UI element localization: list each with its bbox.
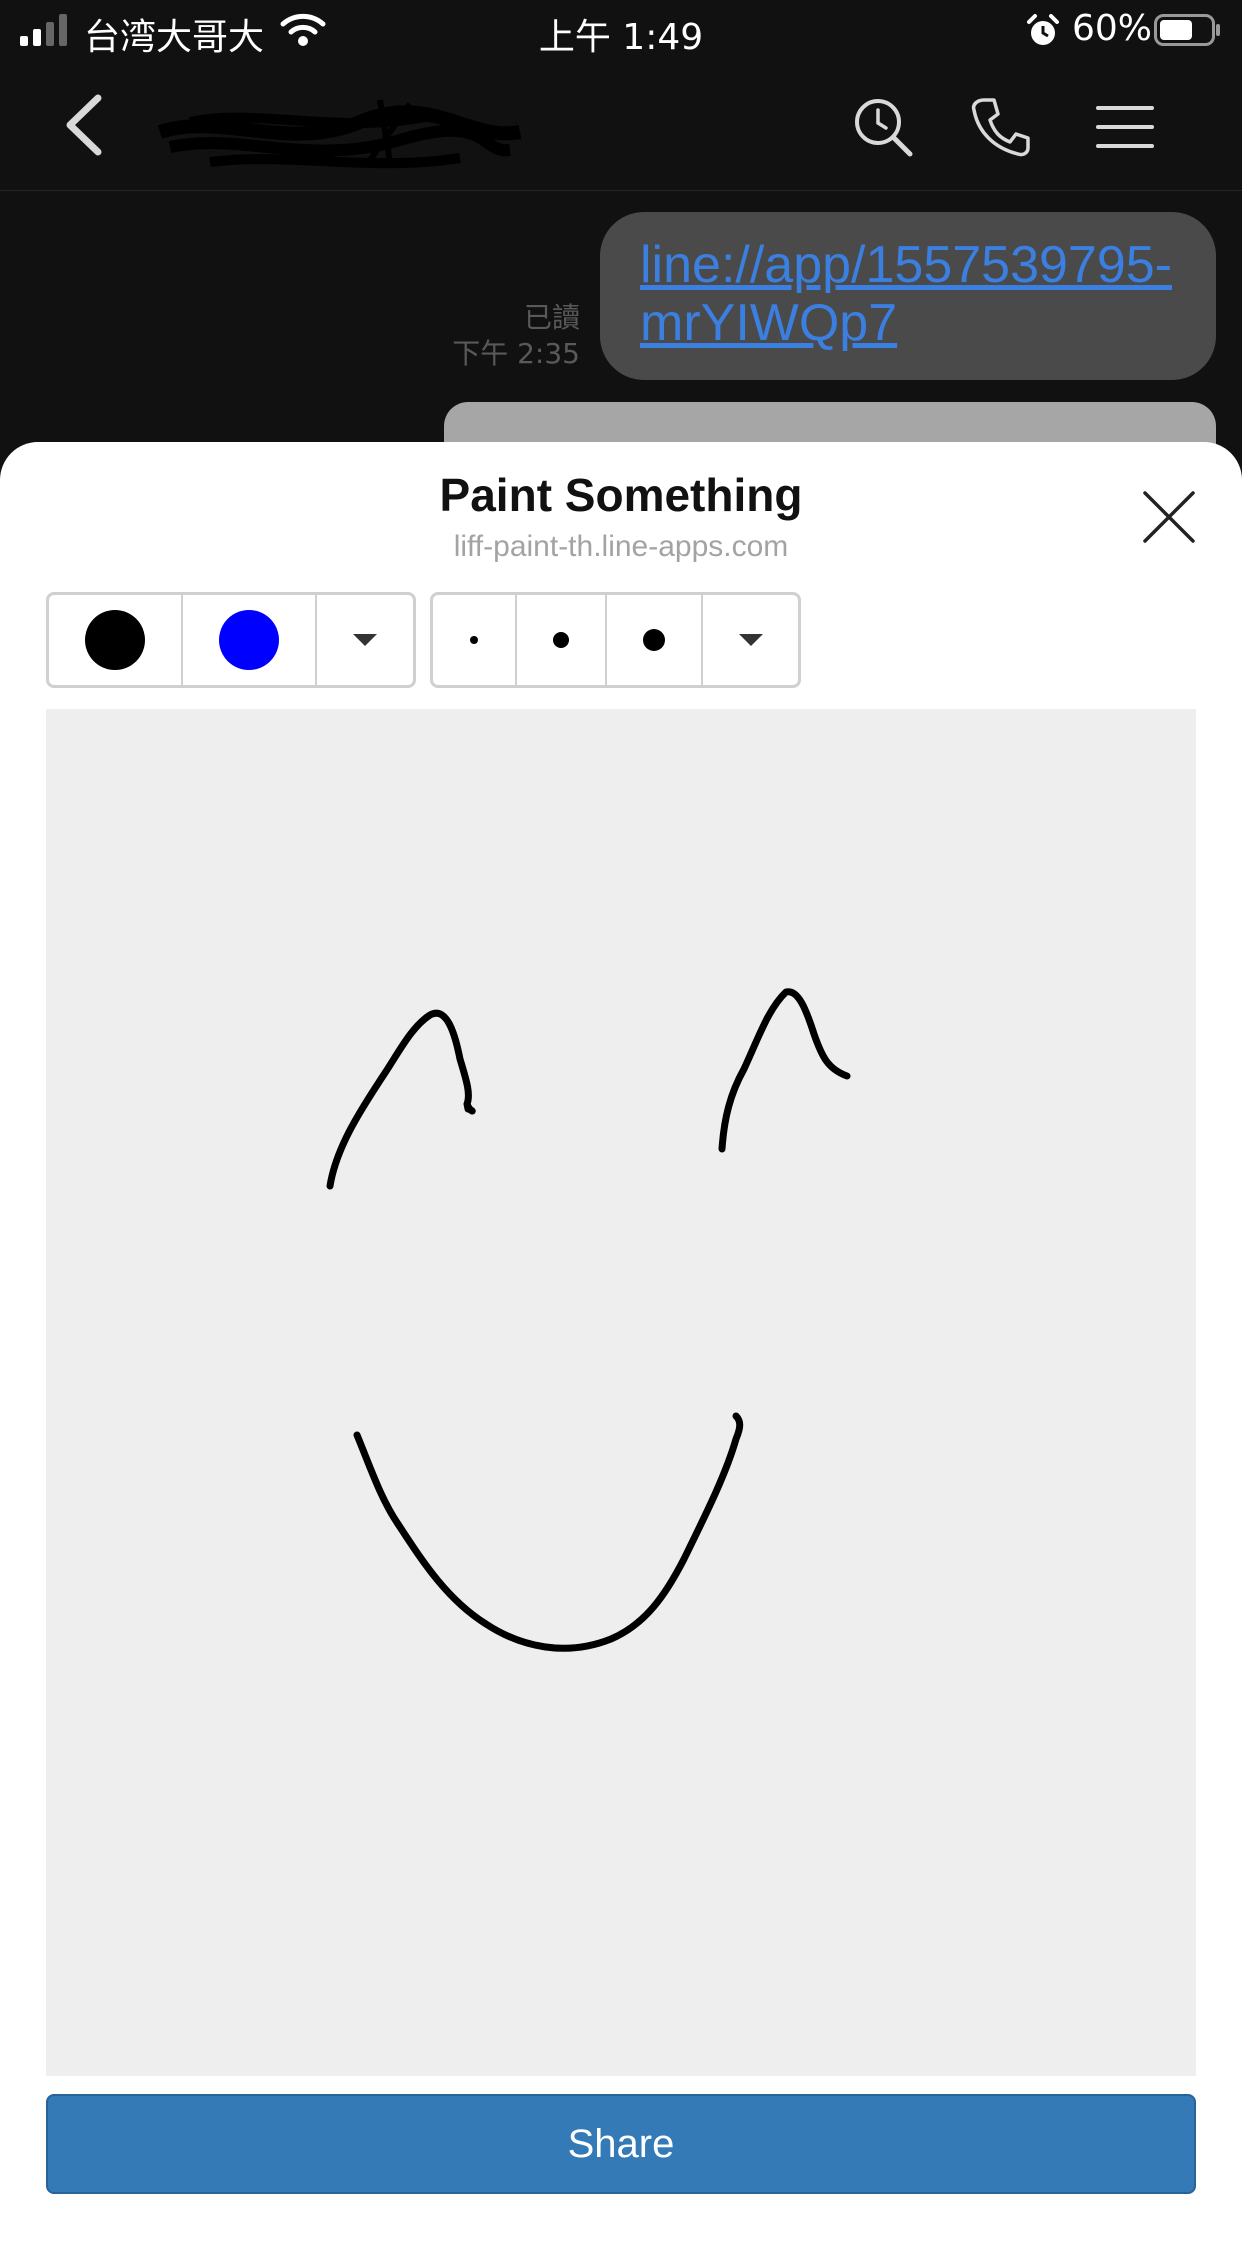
- message-bubble: line://app/1557539795-mrYIWQp7: [600, 212, 1216, 380]
- menu-icon[interactable]: [1096, 102, 1154, 152]
- call-icon[interactable]: [970, 96, 1032, 158]
- color-blue-button[interactable]: [183, 595, 317, 685]
- search-icon[interactable]: [852, 96, 914, 158]
- paint-canvas[interactable]: [46, 709, 1196, 2076]
- battery-percent: 60%: [1072, 8, 1153, 49]
- message-read-status: 已讀 下午 2:35: [380, 300, 580, 372]
- sheet-title: Paint Something: [439, 469, 803, 521]
- color-picker: [46, 592, 416, 688]
- alarm-icon: [1027, 14, 1059, 45]
- brush-medium-button[interactable]: [517, 595, 607, 685]
- drawn-stroke-mouth: [353, 1412, 744, 1652]
- message-time: 下午 2:35: [452, 337, 580, 370]
- close-icon[interactable]: [1140, 488, 1198, 546]
- color-swatch-blue: [219, 610, 279, 670]
- sheet-url: liff-paint-th.line-apps.com: [453, 530, 789, 563]
- back-icon[interactable]: [60, 92, 108, 158]
- color-black-button[interactable]: [49, 595, 183, 685]
- liff-sheet: Paint Something liff-paint-th.line-apps.…: [0, 442, 1242, 2242]
- chevron-down-icon: [738, 634, 763, 646]
- status-bar: 台湾大哥大 上午 1:49 60%: [0, 0, 1242, 62]
- share-button[interactable]: Share: [46, 2094, 1196, 2194]
- redacted-contact-name: [157, 99, 522, 169]
- brush-dot-large: [643, 629, 665, 651]
- brush-dot-medium: [553, 632, 569, 648]
- brush-dot-small: [470, 636, 478, 644]
- battery-icon: [1154, 14, 1220, 46]
- message-link[interactable]: line://app/1557539795-mrYIWQp7: [640, 236, 1172, 352]
- read-label: 已讀: [523, 301, 580, 334]
- brush-dropdown-button[interactable]: [703, 595, 798, 685]
- brush-size-picker: [430, 592, 801, 688]
- drawn-stroke-right-eye: [718, 988, 851, 1153]
- color-dropdown-button[interactable]: [317, 595, 413, 685]
- drawn-stroke-left-eye: [326, 1009, 476, 1190]
- brush-large-button[interactable]: [607, 595, 703, 685]
- brush-small-button[interactable]: [433, 595, 517, 685]
- chat-header: [0, 62, 1242, 191]
- drawing: [326, 988, 851, 1652]
- chevron-down-icon: [353, 634, 377, 646]
- color-swatch-black: [85, 610, 145, 670]
